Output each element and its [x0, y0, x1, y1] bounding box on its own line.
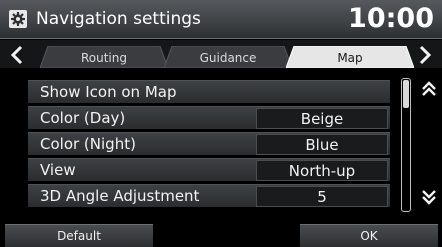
tab-map[interactable]: Map — [286, 46, 414, 68]
title-bar: Navigation settings 10:00 — [0, 0, 442, 39]
setting-value-box: 5 — [256, 186, 388, 207]
setting-label: Show Icon on Map — [40, 83, 177, 101]
setting-label: Color (Day) — [40, 109, 126, 127]
tab-guidance[interactable]: Guidance — [164, 46, 292, 68]
setting-value-box: Beige — [256, 108, 388, 129]
double-chevron-down-icon[interactable] — [420, 188, 438, 206]
double-chevron-up-icon[interactable] — [420, 80, 438, 98]
setting-label: View — [40, 161, 76, 179]
clock: 10:00 — [348, 3, 434, 34]
chevron-right-icon[interactable] — [412, 43, 436, 67]
gear-icon — [9, 10, 27, 28]
setting-value: Blue — [305, 136, 339, 154]
chevron-left-icon[interactable] — [6, 43, 30, 67]
setting-color-night[interactable]: Color (Night) Blue — [28, 132, 390, 155]
tab-label: Guidance — [199, 51, 257, 65]
setting-label: 3D Angle Adjustment — [40, 187, 200, 205]
setting-value: North-up — [288, 162, 356, 180]
tab-label: Map — [337, 51, 363, 65]
setting-color-day[interactable]: Color (Day) Beige — [28, 106, 390, 129]
setting-value-box: North-up — [256, 160, 388, 181]
default-button[interactable]: Default — [5, 224, 153, 247]
setting-view[interactable]: View North-up — [28, 158, 390, 181]
tab-routing[interactable]: Routing — [40, 46, 168, 68]
setting-value: Beige — [300, 110, 344, 128]
setting-value-box: Blue — [256, 134, 388, 155]
scrollbar-thumb[interactable] — [403, 80, 409, 108]
tab-label: Routing — [80, 51, 127, 65]
page-title: Navigation settings — [36, 9, 201, 29]
ok-button[interactable]: OK — [300, 224, 438, 247]
setting-value: 5 — [317, 188, 327, 206]
setting-label: Color (Night) — [40, 135, 136, 153]
scrollbar[interactable] — [401, 78, 411, 212]
setting-3d-angle-adjustment[interactable]: 3D Angle Adjustment 5 — [28, 184, 390, 207]
setting-show-icon-on-map[interactable]: Show Icon on Map — [28, 80, 390, 103]
